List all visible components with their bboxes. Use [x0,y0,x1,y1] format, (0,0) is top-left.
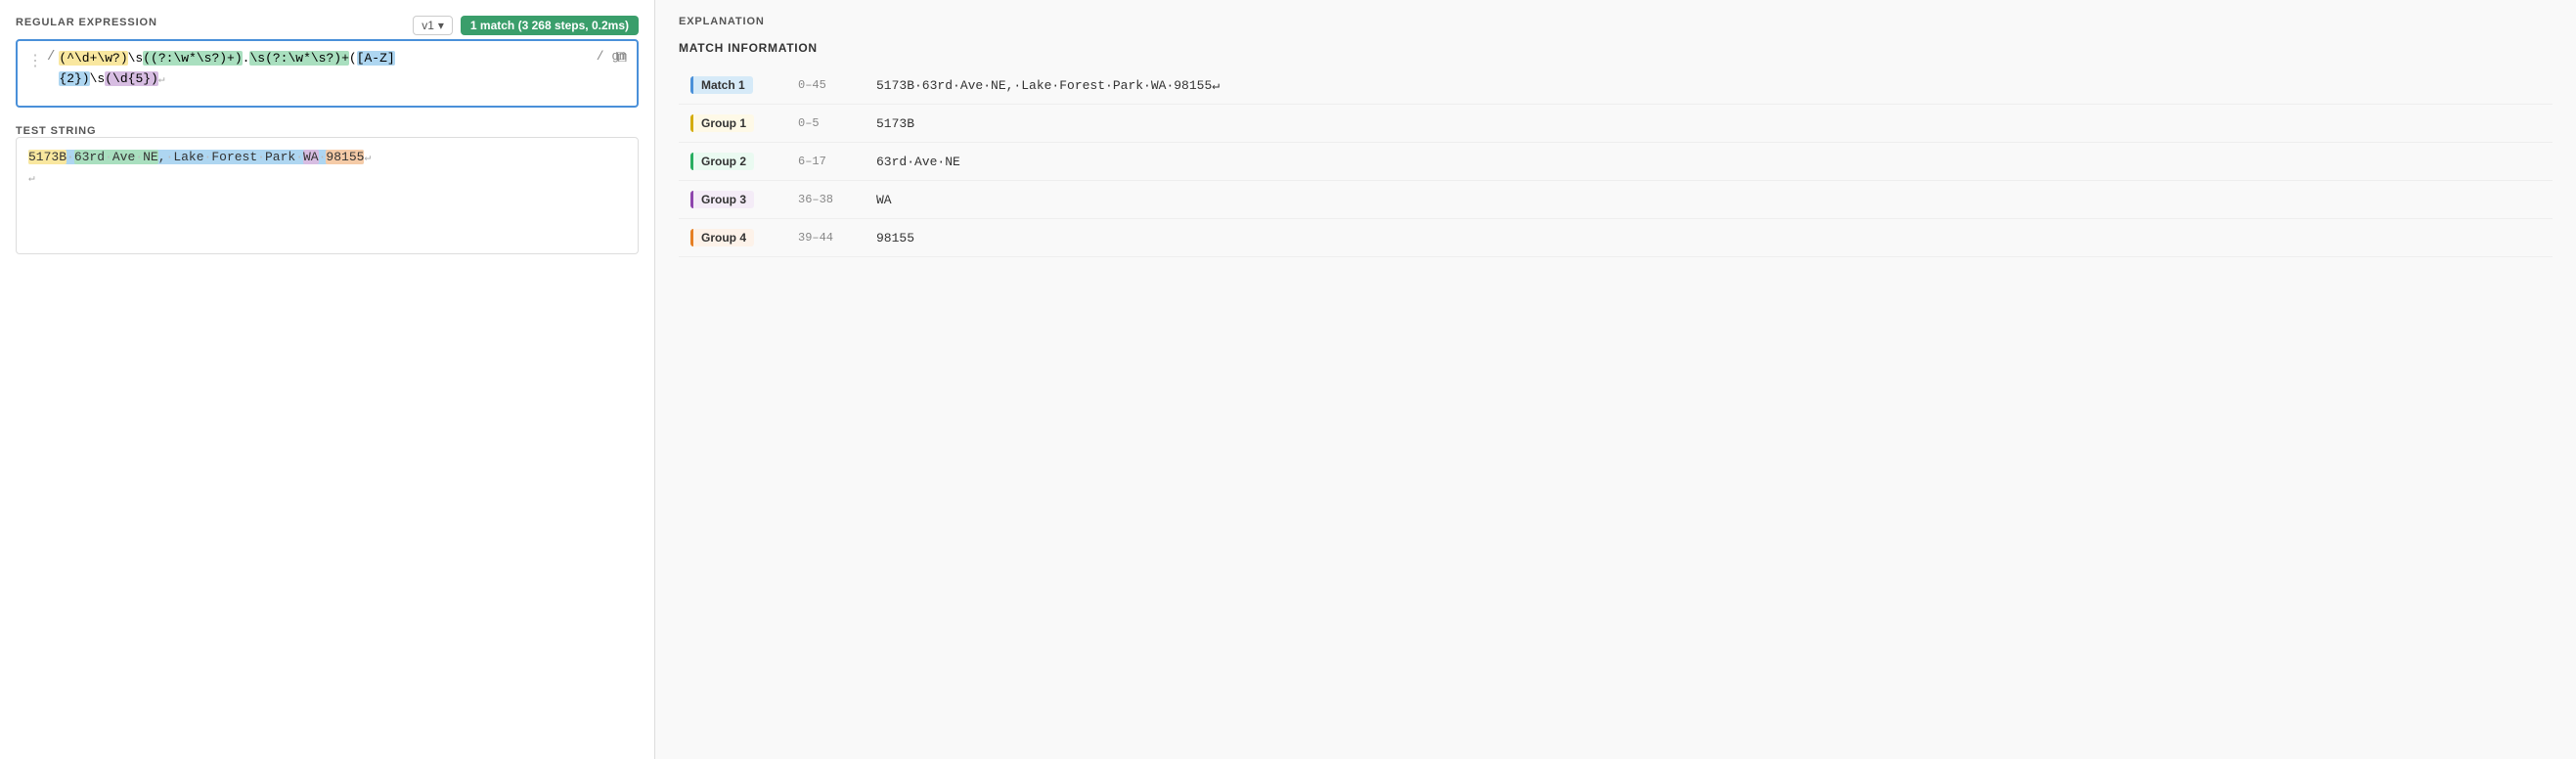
range-cell: 0–5 [786,105,865,143]
regex-header: REGULAR EXPRESSION v1 ▾ 1 match (3 268 s… [16,16,639,35]
range-cell: 6–17 [786,143,865,181]
group1-badge-label: Group 1 [690,114,754,132]
test-string-section: TEST STRING 5173B·63rd·Ave·NE,·Lake·Fore… [16,121,639,254]
copy-button[interactable]: ⧉ [612,47,631,68]
value-cell: 5173B [865,105,2553,143]
regex-section: REGULAR EXPRESSION v1 ▾ 1 match (3 268 s… [16,16,639,108]
test-full-match: 5173B·63rd·Ave·NE,·Lake·Forest·Park·WA·9… [28,150,364,164]
regex-group1-highlight: (^\d+\w?) [59,51,127,66]
left-panel: REGULAR EXPRESSION v1 ▾ 1 match (3 268 s… [0,0,655,759]
group-label-cell: Match 1 [679,67,786,105]
test-string-editor[interactable]: 5173B·63rd·Ave·NE,·Lake·Forest·Park·WA·9… [16,137,639,254]
match-badge: 1 match (3 268 steps, 0.2ms) [461,16,639,35]
test-string-label: TEST STRING [16,125,96,137]
value-cell: 98155 [865,219,2553,257]
match-info-label: MATCH INFORMATION [679,41,2553,55]
match-badge-label: Match 1 [690,76,753,94]
table-row: Group 3 36–38 WA [679,181,2553,219]
group-label-cell: Group 3 [679,181,786,219]
regex-label: REGULAR EXPRESSION [16,17,157,28]
table-row: Group 2 6–17 63rd·Ave·NE [679,143,2553,181]
table-row: Group 1 0–5 5173B [679,105,2553,143]
group-label-cell: Group 2 [679,143,786,181]
open-delimiter: / [47,49,55,65]
range-cell: 0–45 [786,67,865,105]
right-panel: EXPLANATION MATCH INFORMATION Match 1 0–… [655,0,2576,759]
group3-badge-label: Group 3 [690,191,754,208]
drag-handle[interactable]: ⋮ [27,51,43,70]
chevron-down-icon: ▾ [438,19,444,32]
group4-badge-label: Group 4 [690,229,754,246]
range-cell: 39–44 [786,219,865,257]
value-cell: 63rd·Ave·NE [865,143,2553,181]
group-label-cell: Group 1 [679,105,786,143]
regex-content: (^\d+\w?)\s((?:\w*\s?)+).\s(?:\w*\s?)+([… [59,49,592,90]
explanation-label: EXPLANATION [679,16,2553,27]
regex-input-row: ⋮ / (^\d+\w?)\s((?:\w*\s?)+).\s(?:\w*\s?… [27,49,627,90]
group-label-cell: Group 4 [679,219,786,257]
version-selector[interactable]: v1 ▾ [413,16,453,35]
value-cell: WA [865,181,2553,219]
table-row: Match 1 0–45 5173B·63rd·Ave·NE,·Lake·For… [679,67,2553,105]
group2-badge-label: Group 2 [690,153,754,170]
value-cell: 5173B·63rd·Ave·NE,·Lake·Forest·Park·WA·9… [865,67,2553,105]
range-cell: 36–38 [786,181,865,219]
match-table: Match 1 0–45 5173B·63rd·Ave·NE,·Lake·For… [679,67,2553,257]
regex-editor[interactable]: ⋮ / (^\d+\w?)\s((?:\w*\s?)+).\s(?:\w*\s?… [16,39,639,108]
header-right: v1 ▾ 1 match (3 268 steps, 0.2ms) [413,16,639,35]
table-row: Group 4 39–44 98155 [679,219,2553,257]
copy-icon: ⧉ [616,49,627,66]
